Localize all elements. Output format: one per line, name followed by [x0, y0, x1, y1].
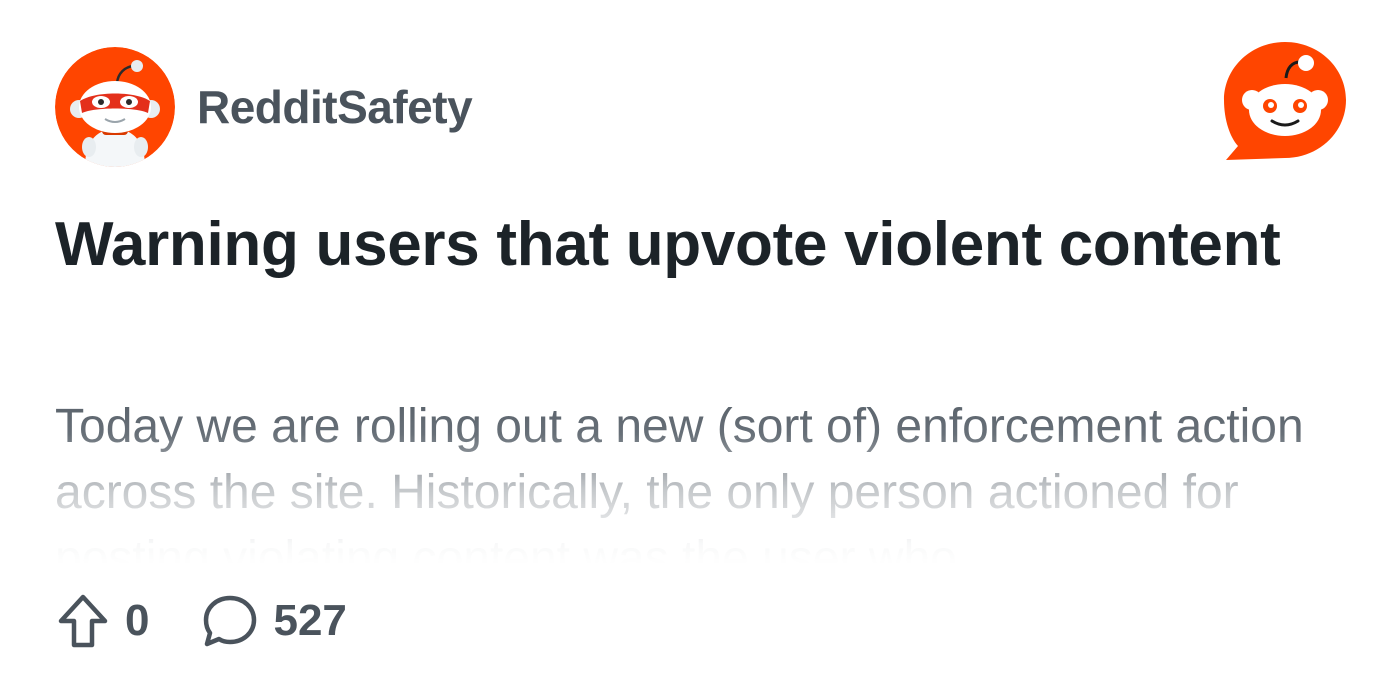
author-avatar[interactable]	[55, 47, 175, 167]
post-card[interactable]: RedditSafety Warning users that upvote v…	[0, 0, 1400, 700]
reddit-logo-icon[interactable]	[1222, 40, 1348, 162]
comment-bubble-icon	[204, 595, 257, 647]
author-username[interactable]: RedditSafety	[197, 80, 473, 134]
comment-count: 527	[273, 596, 347, 645]
comments-button[interactable]: 527	[201, 593, 347, 649]
post-excerpt: Today we are rolling out a new (sort of)…	[55, 400, 1304, 564]
upvote-button[interactable]: 0	[55, 592, 149, 650]
upvote-arrow-icon	[58, 594, 108, 648]
post-title[interactable]: Warning users that upvote violent conten…	[55, 205, 1315, 285]
post-actions: 0 527	[55, 592, 347, 650]
vote-count: 0	[125, 596, 150, 645]
post-header: RedditSafety	[55, 47, 473, 167]
